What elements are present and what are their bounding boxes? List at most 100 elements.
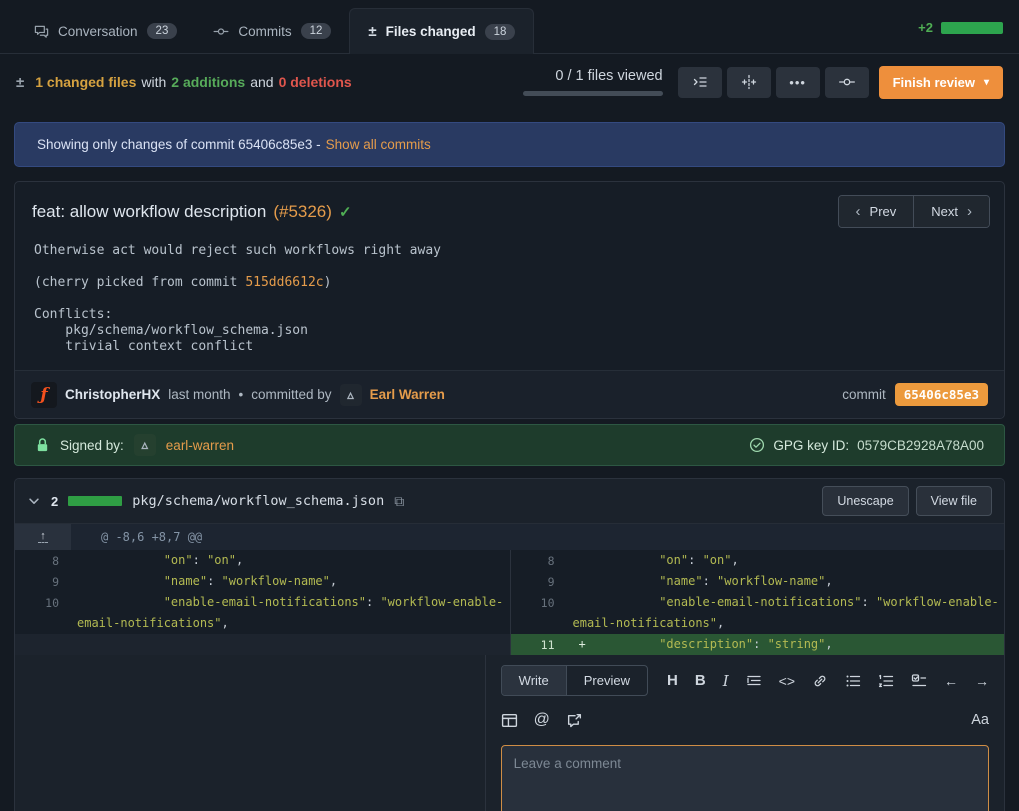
table-icon[interactable] [501, 712, 518, 729]
line-number[interactable]: 9 [511, 571, 567, 592]
commit-title-text: feat: allow workflow description [32, 202, 266, 222]
issue-ref-link[interactable]: (#5326) [273, 202, 332, 222]
text-size-icon[interactable]: Aa [971, 712, 989, 728]
diff-code-line: "enable-email-notifications": "workflow-… [71, 592, 510, 634]
committed-by-label: committed by [251, 387, 331, 402]
split-view-icon [741, 74, 757, 90]
show-all-commits-link[interactable]: Show all commits [326, 137, 431, 152]
pr-tabbar: Conversation 23 Commits 12 ± Files chang… [0, 0, 1019, 54]
line-number[interactable]: 11 [511, 634, 567, 655]
code-icon[interactable]: <> [779, 673, 795, 689]
expand-up-icon: ↑ [38, 531, 48, 543]
finish-review-button[interactable]: Finish review ▾ [879, 66, 1003, 99]
diff-icon: ± [16, 74, 24, 91]
file-name[interactable]: pkg/schema/workflow_schema.json [132, 493, 384, 509]
undo-icon[interactable]: ← [944, 673, 958, 689]
diff-row: 11+ "description": "string", [511, 634, 1005, 655]
prev-commit-button[interactable]: ‹ Prev [839, 196, 914, 227]
finish-review-label: Finish review [893, 75, 975, 90]
diff-row: 10 "enable-email-notifications": "workfl… [15, 592, 510, 634]
diff-hunk-row: ↑ @ -8,6 +8,7 @@ [15, 524, 1004, 550]
inline-comment-row: Write Preview H B I <> [15, 655, 1004, 811]
heading-icon[interactable]: H [667, 672, 678, 689]
copy-path-icon[interactable]: ⧉ [394, 493, 404, 510]
changed-files-count: 1 changed files [35, 74, 136, 90]
line-number[interactable]: 8 [15, 550, 71, 571]
commits-count-badge: 12 [301, 23, 332, 39]
signer-name[interactable]: earl-warren [166, 438, 234, 453]
tab-label: Commits [238, 24, 291, 39]
changed-files-summary: ± 1 changed files with 2 additions and 0… [16, 74, 352, 91]
next-commit-button[interactable]: Next › [913, 196, 989, 227]
quote-icon[interactable] [746, 673, 762, 689]
file-tree-icon [692, 74, 708, 90]
diff-stats-counter: +2 [918, 20, 1003, 35]
line-number[interactable]: 9 [15, 571, 71, 592]
additions-text: 2 additions [171, 74, 245, 90]
committer-avatar[interactable]: ▵ [340, 384, 362, 406]
diff-options-button[interactable]: ••• [776, 67, 820, 98]
hunk-header-text: @ -8,6 +8,7 @@ [71, 524, 202, 550]
gpg-key-id: 0579CB2928A78A00 [857, 438, 984, 453]
diff-empty-row [15, 634, 510, 655]
diff-row: 8 "on": "on", [511, 550, 1005, 571]
file-diff-stat-bar [68, 496, 122, 506]
file-changes-count: 2 [51, 494, 58, 509]
task-list-icon[interactable] [911, 673, 927, 689]
commit-title: feat: allow workflow description (#5326)… [32, 202, 352, 222]
split-view-button[interactable] [727, 67, 771, 98]
unordered-list-icon[interactable] [845, 673, 861, 689]
diff-code-line: + "description": "string", [567, 634, 1005, 655]
files-viewed-progress: 0 / 1 files viewed [523, 68, 663, 96]
line-number[interactable]: 8 [511, 550, 567, 571]
diff-right: 8 "on": "on",9 "name": "workflow-name",1… [510, 550, 1005, 655]
reference-icon[interactable] [566, 712, 583, 729]
italic-icon[interactable]: I [723, 672, 729, 690]
signer-avatar[interactable]: ▵ [134, 434, 156, 456]
commit-header: feat: allow workflow description (#5326)… [15, 182, 1004, 228]
tab-commits[interactable]: Commits 12 [195, 9, 349, 53]
select-commit-button[interactable] [825, 67, 869, 98]
commit-message: Otherwise act would reject such workflow… [34, 243, 988, 355]
commit-time: last month [168, 387, 230, 402]
summary-text: with [141, 74, 166, 90]
write-tab[interactable]: Write [502, 666, 566, 695]
line-number[interactable]: 10 [15, 592, 71, 634]
author-avatar[interactable]: ƒ [31, 382, 57, 408]
committer-name[interactable]: Earl Warren [370, 387, 445, 402]
lock-icon [35, 437, 50, 453]
chevron-right-icon: › [967, 203, 972, 220]
collapse-chevron-icon[interactable] [27, 494, 41, 508]
commit-icon [838, 74, 856, 90]
cherry-pick-sha-link[interactable]: 515dd6612c [245, 275, 323, 290]
author-name[interactable]: ChristopherHX [65, 387, 160, 402]
pr-files-changed-page: Conversation 23 Commits 12 ± Files chang… [0, 0, 1019, 811]
diff-code-line: "name": "workflow-name", [71, 571, 510, 592]
view-file-button[interactable]: View file [916, 486, 992, 516]
ordered-list-icon[interactable] [878, 673, 894, 689]
expand-hunk-button[interactable]: ↑ [15, 524, 71, 550]
file-tree-toggle-button[interactable] [678, 67, 722, 98]
unescape-button[interactable]: Unescape [822, 486, 908, 516]
diff-code-line: "on": "on", [567, 550, 1005, 571]
diff-code-line: "name": "workflow-name", [567, 571, 1005, 592]
comment-input[interactable] [501, 745, 989, 811]
tab-label: Files changed [386, 24, 476, 39]
banner-text: Showing only changes of commit 65406c85e… [37, 137, 321, 152]
preview-tab[interactable]: Preview [566, 666, 647, 695]
tab-files-changed[interactable]: ± Files changed 18 [349, 8, 534, 54]
editor-toolbar: H B I <> [667, 672, 989, 690]
line-number[interactable]: 10 [511, 592, 567, 634]
link-icon[interactable] [812, 673, 828, 689]
commit-filter-banner: Showing only changes of commit 65406c85e… [14, 122, 1005, 167]
redo-icon[interactable]: → [975, 673, 989, 689]
inline-comment-left-cell [15, 655, 486, 811]
diff-toolbar: ± 1 changed files with 2 additions and 0… [0, 54, 1019, 110]
commit-message-line: Otherwise act would reject such workflow… [34, 243, 988, 259]
tab-conversation[interactable]: Conversation 23 [16, 9, 195, 53]
bold-icon[interactable]: B [695, 672, 706, 689]
mention-icon[interactable]: @ [534, 711, 550, 729]
gpg-key-label: GPG key ID: [773, 438, 849, 453]
commit-sha-badge[interactable]: 65406c85e3 [895, 383, 988, 406]
chevron-left-icon: ‹ [856, 203, 861, 220]
